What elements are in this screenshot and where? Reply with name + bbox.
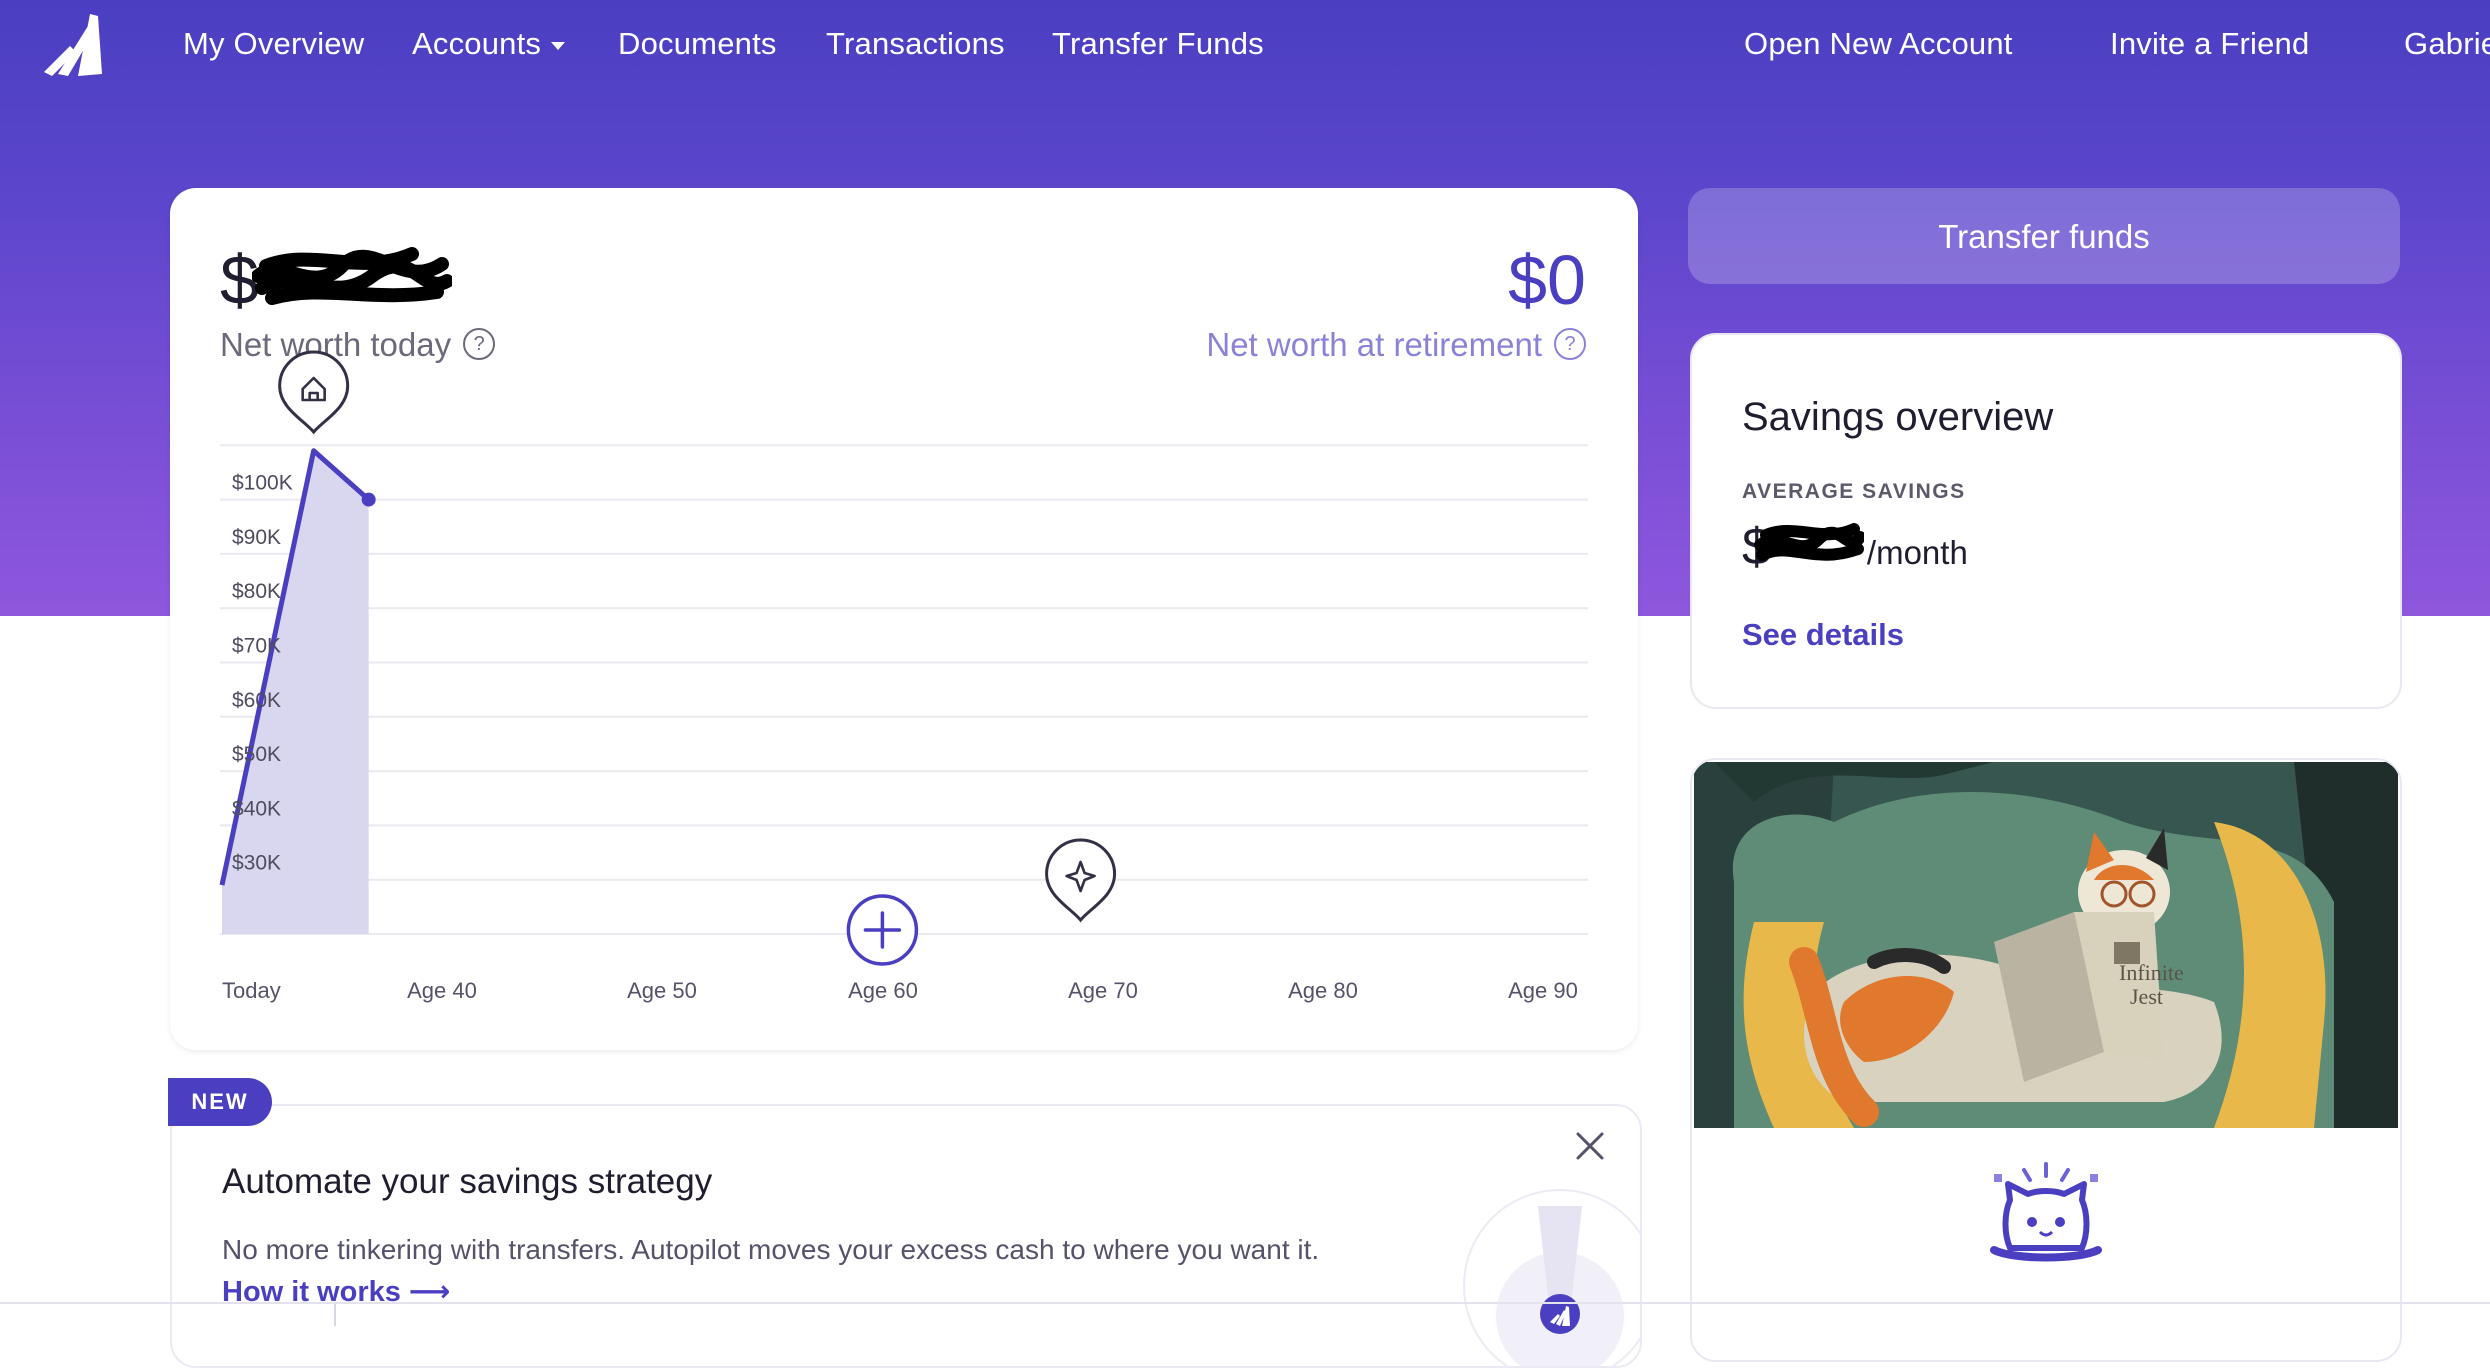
add-goal-icon[interactable] [846,894,919,966]
nav-transfer-funds[interactable]: Transfer Funds [1052,26,1264,62]
savings-overview-title: Savings overview [1742,395,2054,439]
chart-x-tick-label: Age 80 [1288,978,1358,1003]
chart-y-tick-label: $60K [232,689,281,712]
autopilot-title: Automate your savings strategy [222,1162,713,1201]
bottom-divider-tick [334,1304,336,1326]
nav-invite-friend[interactable]: Invite a Friend [2110,26,2309,62]
nav-user-menu[interactable]: Gabrie [2404,26,2490,62]
promo-card[interactable]: Infinite Jest [1690,758,2402,1362]
sparkle-pin-icon[interactable] [1045,838,1117,923]
chart-x-tick-label: Age 40 [407,978,477,1003]
net-worth-chart[interactable]: $30K $40K $50K $60K $70K $80K $90K $100K Today Ag… [170,188,1638,1050]
bottom-divider [0,1302,2490,1304]
close-icon[interactable] [1572,1128,1608,1164]
chart-x-tick-label: Age 70 [1068,978,1138,1003]
chart-y-tick-label: $80K [232,580,281,603]
net-worth-card: $ Net worth today? $0 Net worth at retir… [170,188,1638,1050]
new-badge: NEW [168,1078,272,1126]
chart-x-tick-label: Today [222,978,281,1003]
nav-my-overview[interactable]: My Overview [183,26,364,62]
nav-documents[interactable]: Documents [618,26,777,62]
transfer-funds-button[interactable]: Transfer funds [1688,188,2400,284]
nav-transactions[interactable]: Transactions [826,26,1005,62]
chart-y-tick-label: $70K [232,635,281,658]
chart-x-tick-label: Age 60 [848,978,918,1003]
chart-y-tick-label: $50K [232,743,281,766]
nav-accounts-label: Accounts [412,26,542,61]
nav-accounts[interactable]: Accounts [412,26,566,62]
chart-y-tick-label: $90K [232,526,281,549]
see-details-link[interactable]: See details [1742,617,1904,653]
chart-x-tick-label: Age 50 [627,978,697,1003]
home-pin-icon[interactable] [278,350,350,435]
per-month-text: /month [1866,534,1968,571]
chart-y-tick-label: $30K [232,852,281,875]
svg-text:Infinite: Infinite [2119,960,2184,985]
average-savings-label: AVERAGE SAVINGS [1742,480,1966,503]
chart-x-tick-label: Age 90 [1508,978,1578,1003]
svg-text:Jest: Jest [2130,984,2163,1009]
autopilot-graphic-icon [1463,1189,1640,1366]
chevron-down-icon [551,41,566,50]
autopilot-card: Automate your savings strategy No more t… [170,1104,1642,1368]
chart-y-tick-label: $40K [232,797,281,820]
cat-mascot-icon [1990,1162,2102,1262]
chart-y-tick-label: $100K [232,472,293,495]
autopilot-description: No more tinkering with transfers. Autopi… [222,1234,1320,1265]
cat-reading-illustration: Infinite Jest [1694,762,2398,1128]
chart-point [361,492,376,507]
wealthfront-logo-icon[interactable] [38,12,110,78]
savings-overview-card: Savings overview AVERAGE SAVINGS $/month… [1690,333,2402,709]
nav-open-new-account[interactable]: Open New Account [1744,26,2013,62]
redacted-amount [1754,523,1864,561]
top-nav: My Overview Accounts Documents Transacti… [0,0,2490,92]
